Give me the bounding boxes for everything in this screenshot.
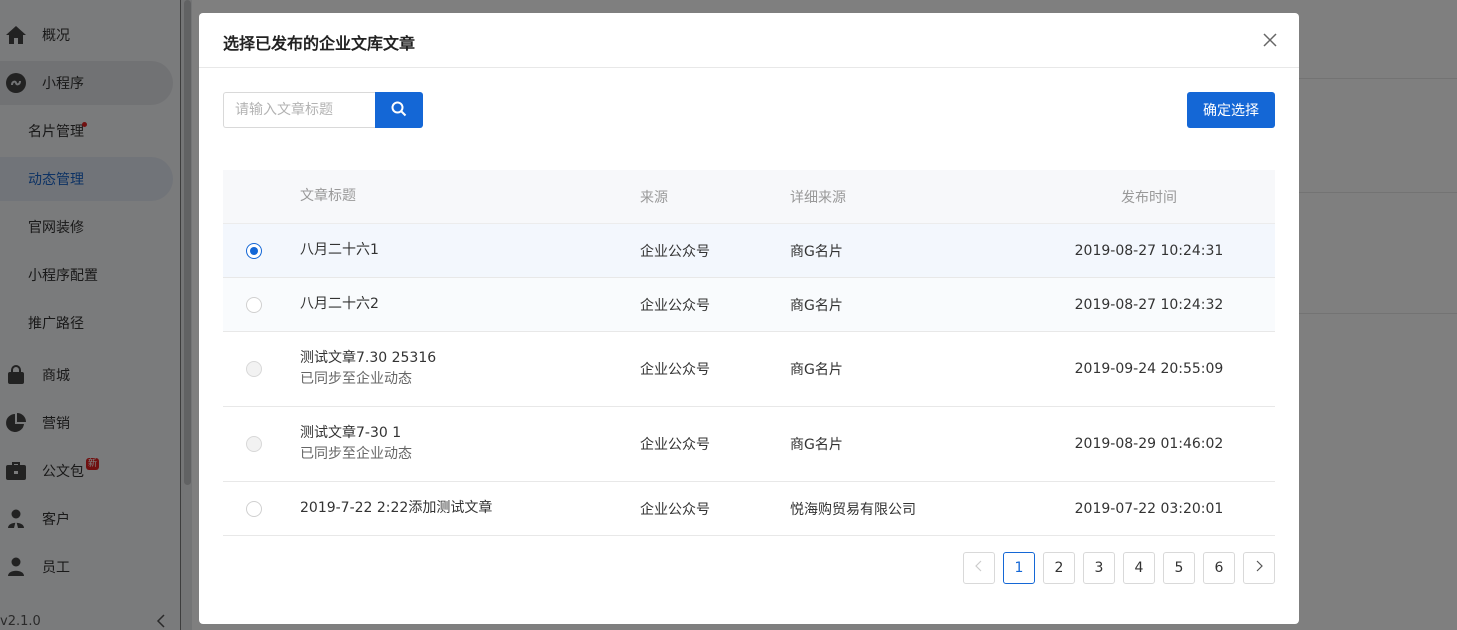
row-radio-disabled bbox=[245, 436, 262, 452]
search-input[interactable] bbox=[223, 92, 375, 128]
select-article-modal: 选择已发布的企业文库文章 确定选择 文章标题 来源 详细来源 发布时间 八月二十… bbox=[199, 13, 1299, 624]
row-publish-time: 2019-07-22 03:20:01 bbox=[1074, 500, 1224, 517]
row-publish-time: 2019-09-24 20:55:09 bbox=[1074, 361, 1224, 377]
row-sync-status: 已同步至企业动态 bbox=[300, 371, 412, 387]
row-title: 八月二十六1 bbox=[300, 242, 379, 258]
table-row[interactable]: 八月二十六2 企业公众号 商G名片 2019-08-27 10:24:32 bbox=[223, 278, 1275, 332]
row-source: 企业公众号 bbox=[640, 362, 710, 378]
row-title: 2019-7-22 2:22添加测试文章 bbox=[300, 500, 493, 516]
row-publish-time: 2019-08-29 01:46:02 bbox=[1074, 436, 1224, 452]
prev-page-button[interactable] bbox=[963, 552, 995, 584]
row-radio[interactable] bbox=[245, 500, 262, 517]
row-detail-source: 商G名片 bbox=[790, 243, 843, 260]
row-detail-source: 悦海购贸易有限公司 bbox=[790, 501, 916, 518]
close-icon[interactable] bbox=[1261, 31, 1279, 49]
row-title: 测试文章7-30 1 bbox=[300, 425, 402, 441]
confirm-selection-button[interactable]: 确定选择 bbox=[1187, 92, 1275, 128]
table-row[interactable]: 八月二十六1 企业公众号 商G名片 2019-08-27 10:24:31 bbox=[223, 224, 1275, 278]
search-button[interactable] bbox=[375, 92, 423, 128]
page-button-3[interactable]: 3 bbox=[1083, 552, 1115, 584]
row-publish-time: 2019-08-27 10:24:31 bbox=[1074, 242, 1224, 259]
row-title: 测试文章7.30 25316 bbox=[300, 350, 437, 366]
row-source: 企业公众号 bbox=[640, 297, 710, 314]
header-title: 文章标题 bbox=[300, 188, 356, 204]
header-publish-time: 发布时间 bbox=[1121, 189, 1177, 206]
page-button-2[interactable]: 2 bbox=[1043, 552, 1075, 584]
pagination: 1 2 3 4 5 6 bbox=[963, 552, 1275, 584]
chevron-right-icon bbox=[1255, 560, 1263, 576]
header-source: 来源 bbox=[640, 189, 668, 206]
modal-title: 选择已发布的企业文库文章 bbox=[223, 34, 416, 53]
row-source: 企业公众号 bbox=[640, 437, 710, 453]
page-button-4[interactable]: 4 bbox=[1123, 552, 1155, 584]
article-table: 文章标题 来源 详细来源 发布时间 八月二十六1 企业公众号 商G名片 2019… bbox=[223, 170, 1275, 536]
table-header: 文章标题 来源 详细来源 发布时间 bbox=[223, 170, 1275, 224]
row-detail-source: 商G名片 bbox=[790, 297, 843, 314]
chevron-left-icon bbox=[975, 560, 983, 576]
row-detail-source: 商G名片 bbox=[790, 437, 843, 453]
table-row[interactable]: 2019-7-22 2:22添加测试文章 企业公众号 悦海购贸易有限公司 201… bbox=[223, 482, 1275, 536]
table-row: 测试文章7.30 25316 已同步至企业动态 企业公众号 商G名片 2019-… bbox=[223, 332, 1275, 407]
row-publish-time: 2019-08-27 10:24:32 bbox=[1074, 296, 1224, 313]
search-icon bbox=[391, 101, 407, 120]
row-detail-source: 商G名片 bbox=[790, 362, 843, 378]
table-row: 测试文章7-30 1 已同步至企业动态 企业公众号 商G名片 2019-08-2… bbox=[223, 407, 1275, 482]
row-source: 企业公众号 bbox=[640, 243, 710, 260]
next-page-button[interactable] bbox=[1243, 552, 1275, 584]
row-title: 八月二十六2 bbox=[300, 296, 379, 312]
header-detail-source: 详细来源 bbox=[790, 189, 846, 206]
row-source: 企业公众号 bbox=[640, 501, 710, 518]
row-radio[interactable] bbox=[245, 296, 262, 313]
row-sync-status: 已同步至企业动态 bbox=[300, 446, 412, 462]
row-radio-disabled bbox=[245, 361, 262, 377]
page-button-1[interactable]: 1 bbox=[1003, 552, 1035, 584]
modal-header: 选择已发布的企业文库文章 bbox=[199, 13, 1299, 68]
row-radio[interactable] bbox=[245, 242, 262, 259]
page-button-5[interactable]: 5 bbox=[1163, 552, 1195, 584]
page-button-6[interactable]: 6 bbox=[1203, 552, 1235, 584]
search-box bbox=[223, 92, 423, 128]
